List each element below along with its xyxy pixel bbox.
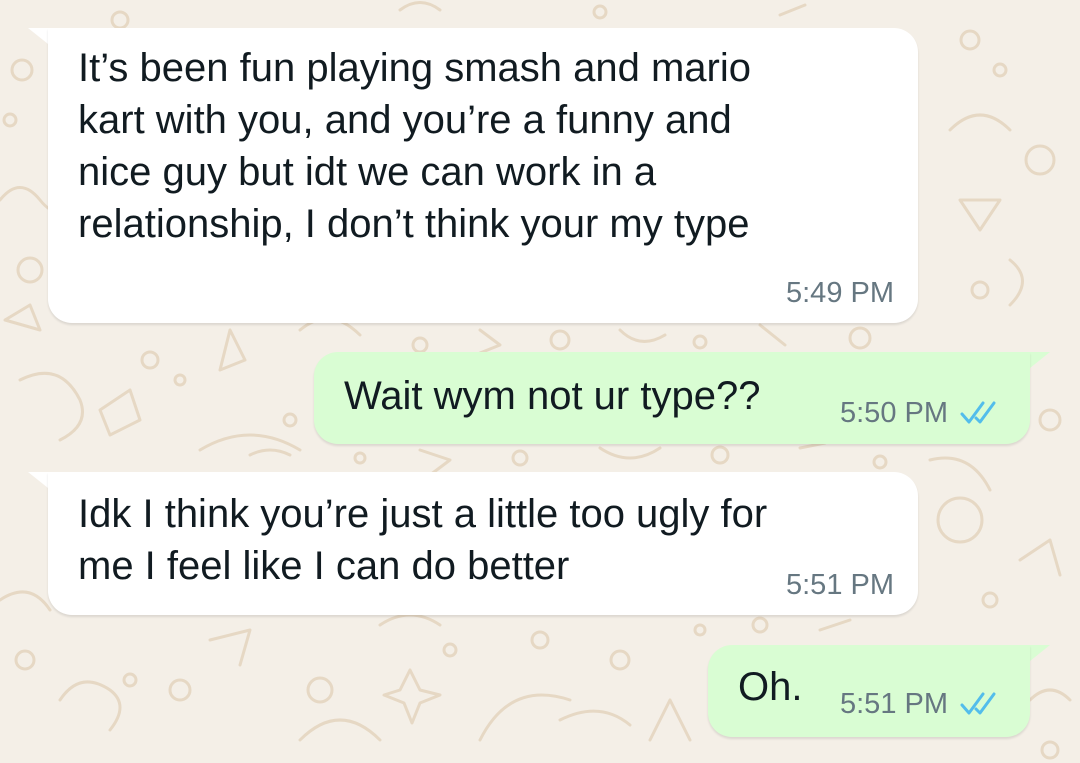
double-check-read-icon — [960, 692, 996, 715]
message-meta: 5:50 PM — [840, 396, 1004, 430]
message-bubble-incoming[interactable]: It’s been fun playing smash and mario ka… — [48, 28, 918, 323]
message-text: Wait wym not ur type?? — [344, 374, 761, 418]
message-timestamp: 5:50 PM — [840, 397, 948, 429]
message-bubble-outgoing[interactable]: Oh. 5:51 PM — [708, 645, 1030, 737]
message-timestamp: 5:51 PM — [840, 688, 948, 720]
message-bubble-outgoing[interactable]: Wait wym not ur type?? 5:50 PM — [314, 352, 1030, 444]
message-bubble-incoming[interactable]: Idk I think you’re just a little too ugl… — [48, 472, 918, 615]
message-text: It’s been fun playing smash and mario ka… — [78, 46, 751, 246]
message-timestamp: 5:51 PM — [786, 569, 894, 601]
message-meta: 5:51 PM — [840, 687, 1004, 721]
double-check-read-icon — [960, 401, 996, 424]
message-text: Oh. — [738, 665, 803, 709]
message-timestamp: 5:49 PM — [786, 277, 894, 309]
message-text: Idk I think you’re just a little too ugl… — [78, 492, 768, 588]
message-meta: 5:51 PM — [786, 568, 894, 602]
message-meta: 5:49 PM — [786, 276, 894, 310]
